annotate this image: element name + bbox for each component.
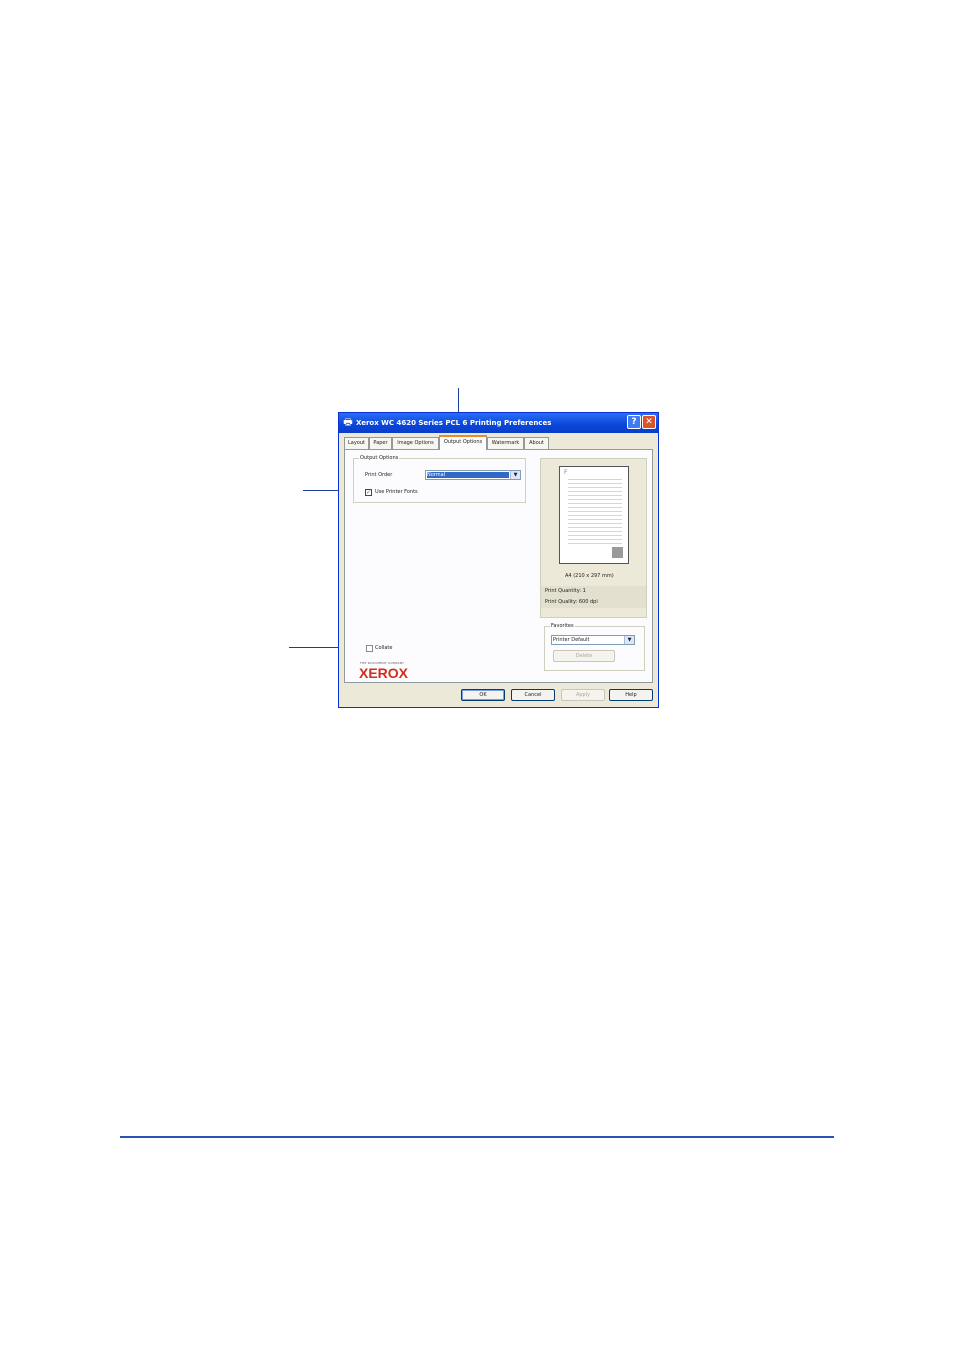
paper-size-label: A4 (210 x 297 mm) [565,573,614,579]
output-options-group: Output Options Print Order Normal ▼ ✓ Us… [353,454,526,503]
chevron-down-icon[interactable]: ▼ [510,471,520,479]
output-options-group-label: Output Options [359,454,400,462]
tab-watermark[interactable]: Watermark [487,437,524,449]
page-mark [612,547,623,558]
ok-button[interactable]: OK [461,689,505,701]
title-bar[interactable]: 🖶 Xerox WC 4620 Series PCL 6 Printing Pr… [339,413,658,433]
dialog-title: Xerox WC 4620 Series PCL 6 Printing Pref… [356,419,552,427]
page-preview: F [559,466,629,564]
collate-checkbox[interactable] [366,645,373,652]
favorites-group-label: Favorites [550,622,575,630]
use-printer-fonts-checkbox[interactable]: ✓ [365,489,372,496]
cancel-button[interactable]: Cancel [511,689,555,701]
page-text-lines [568,476,622,546]
print-order-value: Normal [427,472,509,478]
tab-paper[interactable]: Paper [369,437,392,449]
footer-rule [120,1136,834,1138]
print-quantity-label: Print Quantity: 1 [541,586,646,597]
tab-layout[interactable]: Layout [344,437,369,449]
chevron-down-icon[interactable]: ▼ [624,636,634,644]
collate-label[interactable]: Collate [375,644,392,652]
favorites-value: Printer Default [553,637,590,643]
tab-about[interactable]: About [524,437,549,449]
delete-button[interactable]: Delete [553,650,615,662]
favorites-group: Favorites Printer Default ▼ Delete [544,622,645,671]
page-letter: F [564,469,568,476]
help-icon[interactable]: ? [627,415,641,429]
print-order-label: Print Order [365,472,393,478]
xerox-logo: XEROX [359,665,409,681]
print-order-select[interactable]: Normal ▼ [425,470,521,480]
print-preview: F A4 (210 x 297 mm) Print Quantity: 1 Pr… [540,458,647,618]
tab-image-options[interactable]: Image Options [392,437,439,449]
printing-preferences-dialog: 🖶 Xerox WC 4620 Series PCL 6 Printing Pr… [338,412,659,708]
print-quality-label: Print Quality: 600 dpi [541,597,646,608]
tab-panel: Output Options Print Order Normal ▼ ✓ Us… [344,449,653,683]
close-icon[interactable]: ✕ [642,415,656,429]
printer-icon: 🖶 [343,417,353,428]
favorites-select[interactable]: Printer Default ▼ [551,635,635,645]
apply-button[interactable]: Apply [561,689,605,701]
help-button[interactable]: Help [609,689,653,701]
use-printer-fonts-label[interactable]: Use Printer Fonts [375,488,418,496]
tab-output-options[interactable]: Output Options [439,435,487,450]
